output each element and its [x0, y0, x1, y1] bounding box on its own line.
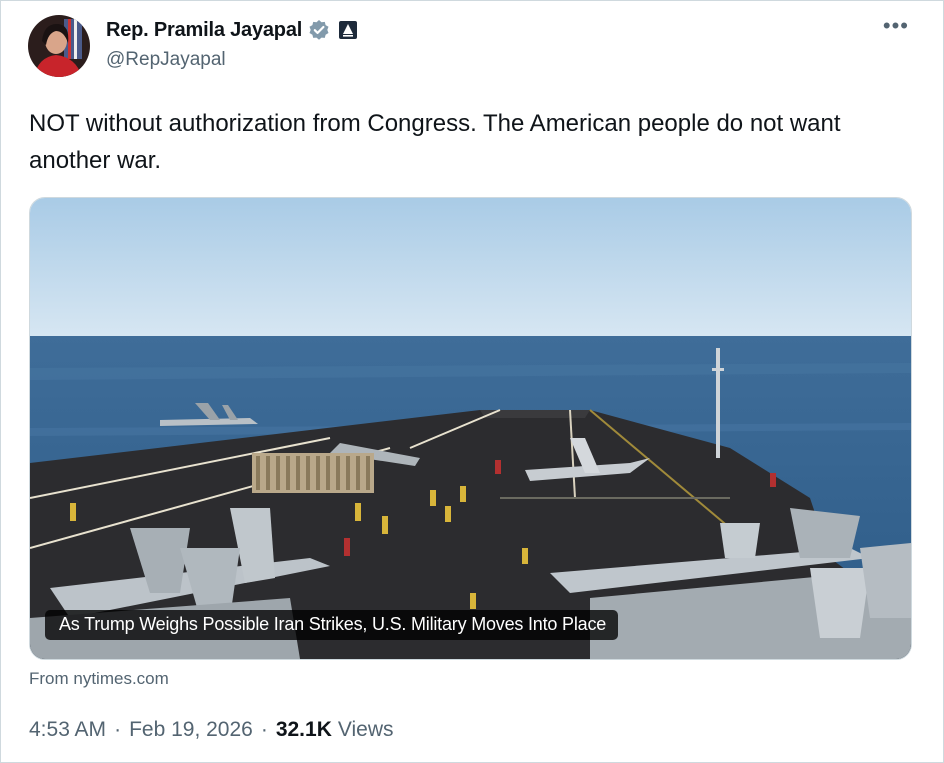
views-count[interactable]: 32.1K [276, 718, 332, 742]
link-card[interactable]: As Trump Weighs Possible Iran Strikes, U… [29, 197, 912, 660]
tweet-meta: 4:53 AM · Feb 19, 2026 · 32.1K Views [29, 718, 394, 742]
avatar[interactable] [28, 15, 90, 77]
tweet-container: Rep. Pramila Jayapal @RepJayapal ••• NOT… [0, 0, 944, 763]
more-horizontal-icon[interactable]: ••• [883, 15, 909, 37]
meta-separator: · [260, 718, 268, 741]
tweet-text: NOT without authorization from Congress.… [29, 110, 841, 174]
views-label: Views [337, 718, 394, 741]
card-image [30, 198, 911, 659]
card-caption: As Trump Weighs Possible Iran Strikes, U… [45, 610, 619, 640]
author-name[interactable]: Rep. Pramila Jayapal [106, 19, 302, 42]
tweet-time[interactable]: 4:53 AM [29, 718, 106, 742]
card-source-link[interactable]: From nytimes.com [29, 669, 169, 689]
author-handle[interactable]: @RepJayapal [106, 49, 226, 71]
author-name-row: Rep. Pramila Jayapal [106, 17, 358, 43]
meta-separator: · [114, 718, 122, 741]
tweet-date[interactable]: Feb 19, 2026 [129, 718, 253, 742]
government-badge-icon [338, 20, 358, 40]
verified-badge-icon [308, 19, 330, 41]
